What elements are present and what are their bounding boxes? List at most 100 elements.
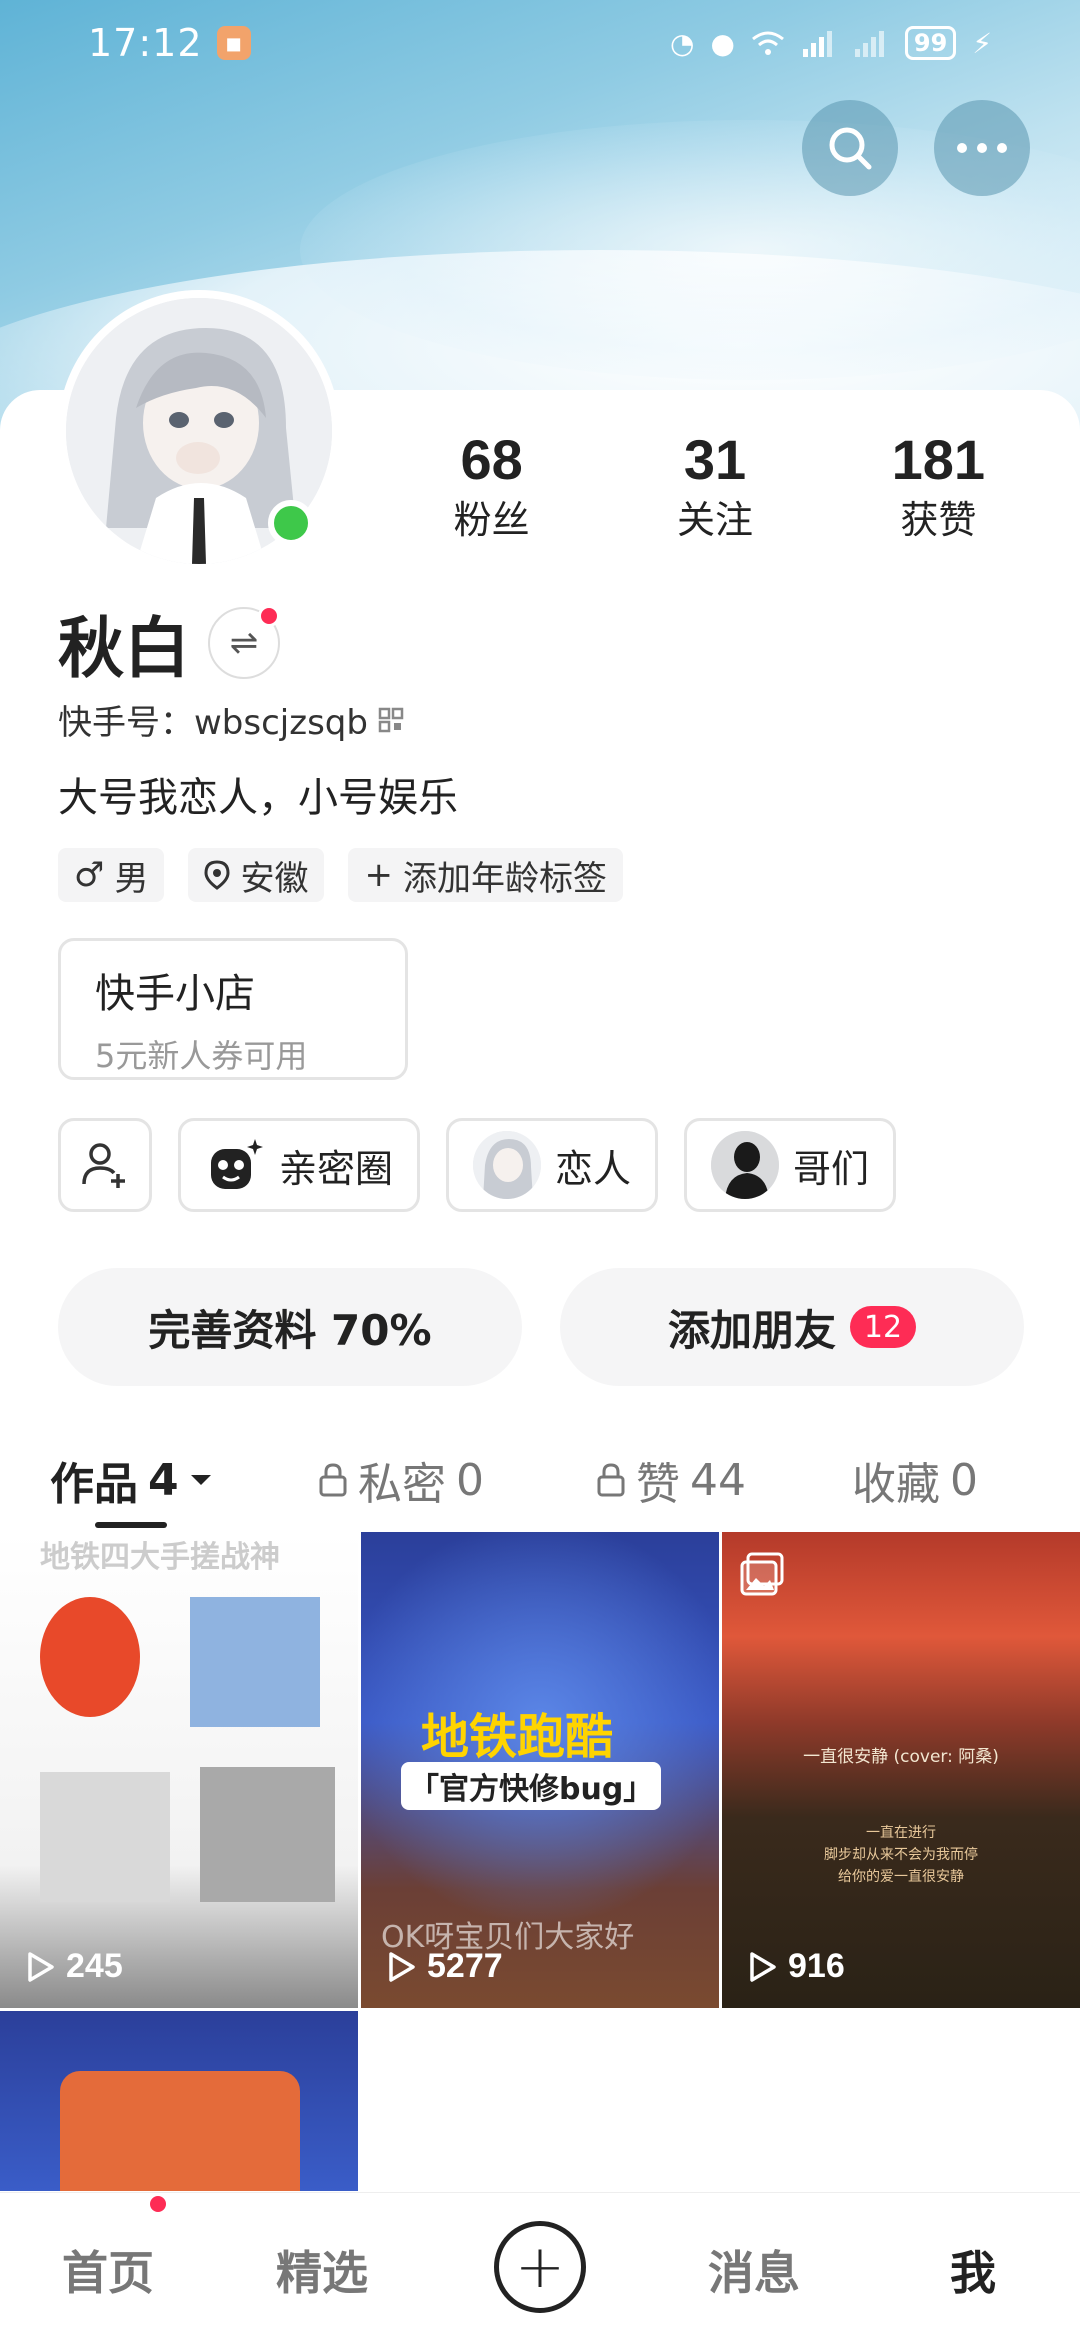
switch-account-button[interactable]: ⇌ — [208, 605, 280, 679]
thumbnail-image — [60, 2071, 300, 2191]
shop-subtitle: 5元新人券可用 — [95, 1037, 308, 1075]
play-count-value: 916 — [788, 1947, 845, 1985]
status-time: 17:12 — [88, 21, 203, 65]
more-dots-icon — [957, 143, 1007, 153]
caret-down-icon — [190, 1475, 211, 1485]
tag-text: 男 — [114, 858, 149, 899]
online-status-dot — [268, 500, 314, 546]
tab-private[interactable]: 私密 0 — [318, 1448, 484, 1512]
thumbnail-subtitle: 「官方快修bug」 — [401, 1762, 662, 1810]
content-tabs: 作品 4 私密 0 赞 44 收藏 0 — [0, 1430, 1080, 1530]
stat-label: 关注 — [676, 498, 753, 542]
tab-works[interactable]: 作品 4 — [50, 1448, 213, 1512]
stat-following[interactable]: 31 关注 — [603, 425, 826, 545]
profile-actions: 完善资料 70% 添加朋友 12 — [58, 1268, 1024, 1386]
image-album-icon — [740, 1552, 784, 1596]
play-count: 916 — [748, 1947, 845, 1986]
nav-me[interactable]: 我 — [950, 2237, 996, 2303]
profile-bio: 大号我恋人，小号娱乐 — [58, 775, 458, 821]
location-pin-icon — [204, 860, 230, 890]
video-thumbnail[interactable] — [0, 2011, 358, 2191]
tab-liked[interactable]: 赞 44 — [596, 1448, 746, 1512]
circle-label: 恋人 — [555, 1146, 632, 1191]
add-person-icon — [82, 1143, 125, 1188]
friend-request-badge: 12 — [850, 1306, 916, 1348]
stat-fans[interactable]: 68 粉丝 — [380, 425, 603, 545]
play-count: 245 — [26, 1947, 123, 1986]
status-icons: ◔ ● 99 ⚡ — [670, 26, 992, 60]
shop-title: 快手小店 — [95, 971, 255, 1017]
thumbnail-image — [40, 1597, 140, 1717]
location-icon: ● — [710, 26, 735, 60]
play-count-value: 245 — [66, 1947, 123, 1985]
search-button[interactable] — [802, 100, 898, 196]
buddy-account-button[interactable]: 哥们 — [684, 1118, 897, 1212]
nav-featured[interactable]: 精选 — [276, 2237, 368, 2303]
intimate-circle-button[interactable]: 亲密圈 — [178, 1118, 421, 1212]
intimate-circle-icon — [211, 1139, 263, 1189]
thumbnail-image — [190, 1597, 320, 1727]
bottom-navigation: 首页 精选 + 消息 我 — [0, 2192, 1080, 2340]
charging-icon: ⚡ — [972, 26, 992, 60]
tag-gender[interactable]: ♂ 男 — [58, 848, 165, 902]
lock-icon — [597, 1463, 625, 1497]
stat-value: 31 — [683, 428, 747, 491]
plus-icon: + — [514, 2232, 566, 2302]
lover-account-button[interactable]: 恋人 — [446, 1118, 659, 1212]
play-icon — [750, 1951, 776, 1982]
battery-indicator: 99 — [904, 26, 957, 60]
signal-icon — [802, 31, 832, 57]
signal-icon-2 — [854, 31, 884, 57]
video-thumbnail[interactable]: 地铁四大手搓战神 245 — [0, 1532, 358, 2008]
thumbnail-image — [200, 1767, 335, 1902]
profile-stats: 68 粉丝 31 关注 181 获赞 — [380, 425, 1050, 545]
profile-tags: ♂ 男 安徽 + 添加年龄标签 — [58, 848, 623, 902]
tab-label: 收藏 — [852, 1459, 940, 1510]
tab-label: 赞 — [636, 1459, 680, 1510]
play-icon — [389, 1951, 415, 1982]
name-row: 秋白 ⇌ — [58, 595, 280, 691]
tag-add-age[interactable]: + 添加年龄标签 — [348, 848, 623, 902]
stat-likes[interactable]: 181 获赞 — [827, 425, 1050, 545]
add-friends-button[interactable]: 添加朋友 12 — [560, 1268, 1024, 1386]
kwai-id[interactable]: 快手号：wbscjzsqb — [58, 695, 404, 744]
video-thumbnail[interactable]: 一直很安静 (cover: 阿桑) 一直在进行 脚步却从来不会为我而停 给你的爱… — [722, 1532, 1080, 2008]
play-count: 5277 — [387, 1947, 503, 1986]
nav-messages[interactable]: 消息 — [708, 2237, 800, 2303]
stat-value: 181 — [891, 428, 986, 491]
more-button[interactable] — [934, 100, 1030, 196]
kwai-shop-card[interactable]: 快手小店 5元新人券可用 — [58, 938, 408, 1080]
avatar — [711, 1131, 780, 1199]
kwai-id-text: 快手号：wbscjzsqb — [58, 703, 368, 743]
tag-location[interactable]: 安徽 — [188, 848, 325, 902]
complete-profile-label: 完善资料 70% — [148, 1305, 432, 1355]
profile-name: 秋白 — [58, 610, 190, 687]
plus-icon: + — [364, 855, 393, 895]
add-friend-button[interactable] — [58, 1118, 152, 1212]
tab-count: 0 — [456, 1454, 484, 1506]
circle-label: 亲密圈 — [279, 1146, 394, 1191]
male-icon: ♂ — [74, 855, 105, 895]
qr-code-icon — [378, 707, 404, 732]
stat-value: 68 — [460, 428, 523, 491]
complete-profile-button[interactable]: 完善资料 70% — [58, 1268, 522, 1386]
lyric-line: 给你的爱一直很安静 — [838, 1869, 964, 1885]
speed-icon: ◔ — [670, 26, 695, 60]
lyric-line: 脚步却从来不会为我而停 — [824, 1847, 978, 1863]
video-thumbnail[interactable]: 地铁跑酷 「官方快修bug」 OK呀宝贝们大家好 5277 — [361, 1532, 719, 2008]
search-icon — [829, 127, 872, 170]
nav-home[interactable]: 首页 — [62, 2237, 154, 2303]
thumbnail-title: 地铁跑酷 — [421, 1709, 614, 1765]
tab-favorites[interactable]: 收藏 0 — [852, 1448, 978, 1512]
stat-label: 粉丝 — [453, 498, 530, 542]
lock-icon — [319, 1463, 347, 1497]
home-notification-dot — [150, 2196, 166, 2212]
swap-arrows-icon: ⇌ — [229, 623, 259, 663]
thumbnail-caption: 地铁四大手搓战神 — [40, 1540, 280, 1575]
create-post-button[interactable]: + — [494, 2221, 586, 2313]
play-icon — [28, 1951, 54, 1982]
thumbnail-image — [40, 1772, 170, 1902]
tab-count: 0 — [950, 1454, 978, 1506]
tab-label: 私密 — [358, 1459, 446, 1510]
play-count-value: 5277 — [427, 1947, 503, 1985]
